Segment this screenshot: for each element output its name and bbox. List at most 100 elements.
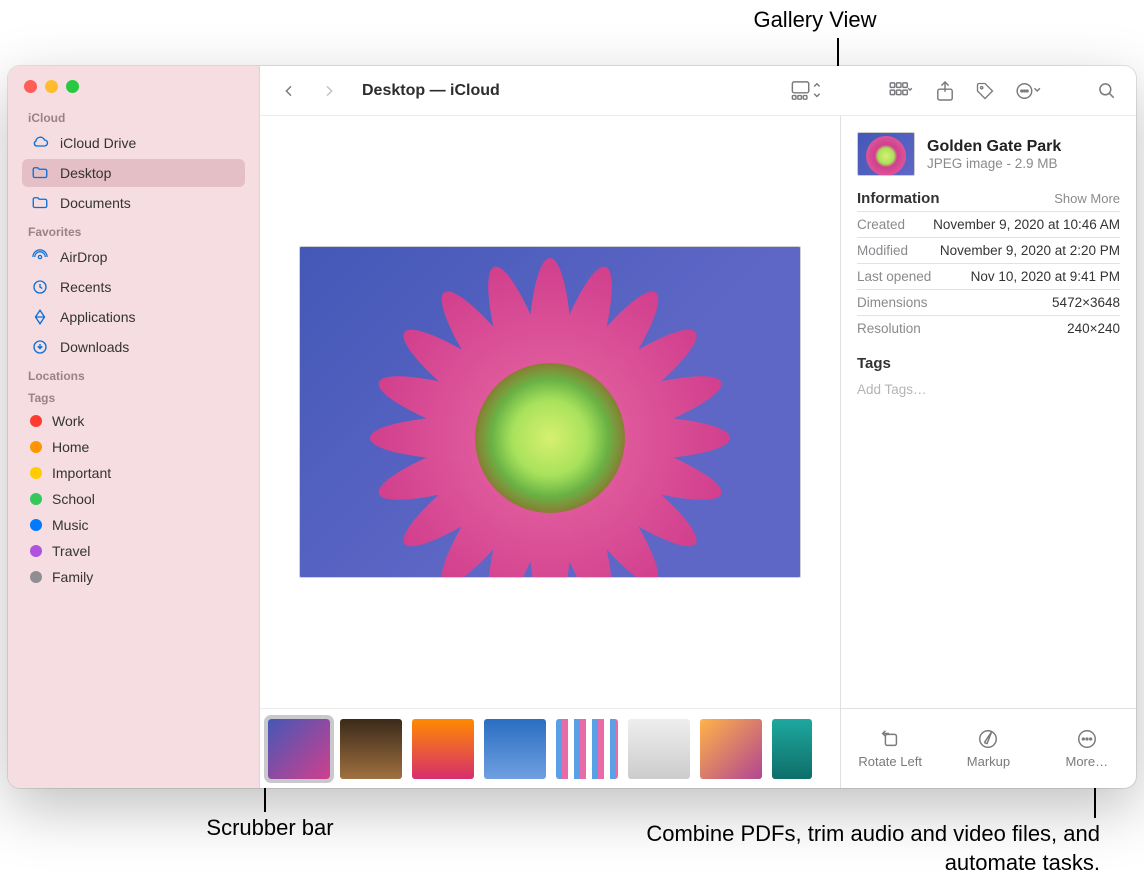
info-section-label: Information — [857, 190, 940, 207]
tag-dot — [30, 441, 42, 453]
preview-area — [260, 116, 840, 708]
share-button[interactable] — [932, 78, 958, 104]
tag-dot — [30, 519, 42, 531]
forward-button[interactable] — [316, 78, 342, 104]
sidebar-item-applications[interactable]: Applications — [22, 303, 245, 331]
sidebar-tag-school[interactable]: School — [22, 487, 245, 511]
airdrop-icon — [30, 247, 50, 267]
sidebar-section-tags: Tags — [28, 391, 245, 405]
main: Desktop — iCloud — [260, 66, 1136, 788]
info-row-modified: ModifiedNovember 9, 2020 at 2:20 PM — [857, 237, 1120, 263]
sidebar-item-label: Applications — [60, 309, 136, 325]
scrubber-bar[interactable] — [260, 708, 840, 788]
thumbnail[interactable] — [556, 719, 618, 779]
window-title: Desktop — iCloud — [362, 82, 500, 100]
action-label: Rotate Left — [858, 754, 922, 769]
clock-icon — [30, 277, 50, 297]
sidebar-tag-travel[interactable]: Travel — [22, 539, 245, 563]
sidebar-item-label: Desktop — [60, 165, 111, 181]
file-subtitle: JPEG image - 2.9 MB — [927, 156, 1061, 171]
sidebar-item-label: Downloads — [60, 339, 129, 355]
info-row-resolution: Resolution240×240 — [857, 315, 1120, 341]
action-label: More… — [1066, 754, 1109, 769]
rotate-left-button[interactable]: Rotate Left — [850, 728, 930, 769]
show-more-button[interactable]: Show More — [1054, 191, 1120, 206]
sidebar-item-recents[interactable]: Recents — [22, 273, 245, 301]
tag-dot — [30, 467, 42, 479]
sidebar-item-label: Home — [52, 439, 89, 455]
markup-icon — [977, 728, 999, 750]
action-label: Markup — [967, 754, 1010, 769]
thumbnail[interactable] — [772, 719, 812, 779]
back-button[interactable] — [276, 78, 302, 104]
callout-more: Combine PDFs, trim audio and video files… — [610, 820, 1100, 877]
sidebar-tag-family[interactable]: Family — [22, 565, 245, 589]
search-button[interactable] — [1094, 78, 1120, 104]
tags-input[interactable]: Add Tags… — [857, 376, 1120, 397]
tags-section-header: Tags — [857, 355, 1120, 372]
thumbnail[interactable] — [628, 719, 690, 779]
sidebar-section-icloud: iCloud — [28, 111, 245, 125]
callout-scrubber: Scrubber bar — [160, 814, 380, 843]
content: Golden Gate Park JPEG image - 2.9 MB Inf… — [260, 116, 1136, 788]
tags-button[interactable] — [972, 78, 998, 104]
window-controls — [22, 76, 245, 103]
sidebar-item-label: Work — [52, 413, 84, 429]
more-icon — [1076, 728, 1098, 750]
tag-dot — [30, 545, 42, 557]
sidebar-item-downloads[interactable]: Downloads — [22, 333, 245, 361]
info-thumbnail — [857, 132, 915, 176]
toolbar: Desktop — iCloud — [260, 66, 1136, 116]
info-key: Last opened — [857, 269, 931, 284]
tag-dot — [30, 493, 42, 505]
apps-icon — [30, 307, 50, 327]
sidebar-item-label: School — [52, 491, 95, 507]
markup-button[interactable]: Markup — [948, 728, 1028, 769]
thumbnail[interactable] — [340, 719, 402, 779]
preview-image[interactable] — [299, 246, 801, 578]
preview-pane — [260, 116, 840, 788]
info-row-dimensions: Dimensions5472×3648 — [857, 289, 1120, 315]
sidebar-section-favorites: Favorites — [28, 225, 245, 239]
callout-gallery-view: Gallery View — [730, 6, 900, 35]
sidebar-item-label: Recents — [60, 279, 111, 295]
sidebar-item-desktop[interactable]: Desktop — [22, 159, 245, 187]
sidebar-tag-work[interactable]: Work — [22, 409, 245, 433]
thumbnail[interactable] — [700, 719, 762, 779]
sidebar-item-icloud-drive[interactable]: iCloud Drive — [22, 129, 245, 157]
info-section-header: Information Show More — [857, 190, 1120, 207]
group-button[interactable] — [884, 78, 918, 104]
thumbnail[interactable] — [412, 719, 474, 779]
zoom-button[interactable] — [66, 80, 79, 93]
action-button[interactable] — [1012, 78, 1046, 104]
sidebar-tag-home[interactable]: Home — [22, 435, 245, 459]
callout-line — [264, 784, 266, 812]
info-row-last-opened: Last opened Nov 10, 2020 at 9:41 PM — [857, 263, 1120, 289]
tags-label: Tags — [857, 355, 891, 372]
sidebar-tag-important[interactable]: Important — [22, 461, 245, 485]
finder-window: iCloud iCloud Drive Desktop Documents Fa… — [8, 66, 1136, 788]
sidebar-item-label: Documents — [60, 195, 131, 211]
info-value: 240×240 — [1067, 321, 1120, 336]
sidebar-item-label: iCloud Drive — [60, 135, 136, 151]
download-icon — [30, 337, 50, 357]
sidebar-tag-music[interactable]: Music — [22, 513, 245, 537]
thumbnail[interactable] — [484, 719, 546, 779]
info-value: Nov 10, 2020 at 9:41 PM — [971, 269, 1120, 284]
info-value: November 9, 2020 at 10:46 AM — [933, 217, 1120, 232]
sidebar-section-locations: Locations — [28, 369, 245, 383]
minimize-button[interactable] — [45, 80, 58, 93]
file-title: Golden Gate Park — [927, 138, 1061, 156]
more-actions-button[interactable]: More… — [1047, 728, 1127, 769]
thumbnail[interactable] — [268, 719, 330, 779]
close-button[interactable] — [24, 80, 37, 93]
sidebar-item-documents[interactable]: Documents — [22, 189, 245, 217]
sidebar-item-label: Travel — [52, 543, 90, 559]
folder-icon — [30, 163, 50, 183]
info-key: Modified — [857, 243, 908, 258]
tag-dot — [30, 571, 42, 583]
gallery-view-button[interactable] — [786, 78, 826, 104]
sidebar-item-airdrop[interactable]: AirDrop — [22, 243, 245, 271]
info-row-created: CreatedNovember 9, 2020 at 10:46 AM — [857, 211, 1120, 237]
info-header: Golden Gate Park JPEG image - 2.9 MB — [857, 132, 1120, 176]
